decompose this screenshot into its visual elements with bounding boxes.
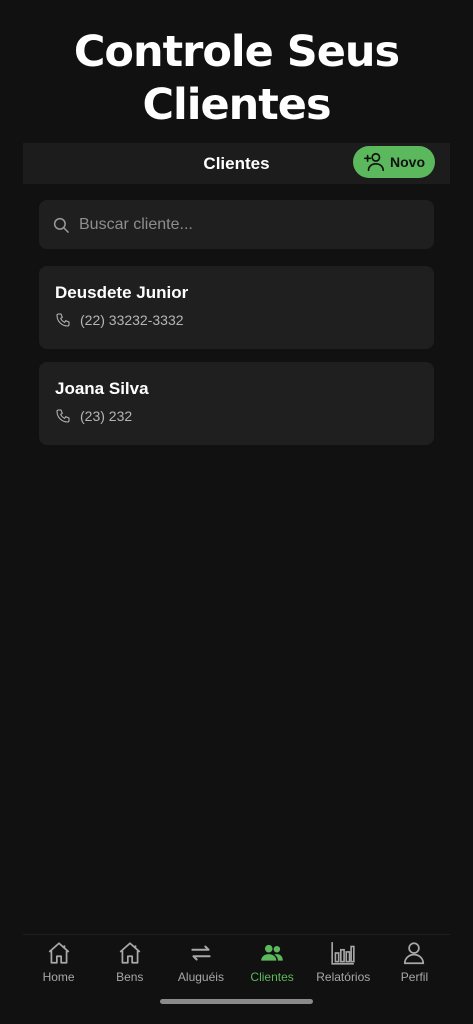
client-card[interactable]: Joana Silva (23) 232 xyxy=(39,362,434,445)
home-icon xyxy=(48,942,69,964)
tab-label: Aluguéis xyxy=(177,970,224,984)
page-hero-title: Controle Seus Clientes xyxy=(0,26,473,132)
new-client-button[interactable]: Novo xyxy=(353,146,435,178)
client-phone-row: (22) 33232-3332 xyxy=(55,312,418,328)
tab-label: Clientes xyxy=(250,970,294,984)
tab-relatorios[interactable]: Relatórios xyxy=(308,935,379,994)
client-phone-row: (23) 232 xyxy=(55,408,418,424)
bar-chart-icon xyxy=(331,942,355,965)
tab-home[interactable]: Home xyxy=(23,935,94,994)
client-phone: (22) 33232-3332 xyxy=(80,312,184,328)
home-icon xyxy=(119,942,141,964)
hero-title-line1: Controle Seus xyxy=(73,27,400,77)
tab-bens[interactable]: Bens xyxy=(94,935,165,994)
tab-alugueis[interactable]: Aluguéis xyxy=(165,935,236,994)
person-icon xyxy=(404,942,425,965)
users-icon xyxy=(261,944,283,961)
swap-arrows-icon xyxy=(191,945,211,961)
bottom-tab-bar: Home Bens Aluguéis Clientes Relatórios P… xyxy=(23,934,450,994)
search-icon xyxy=(53,217,69,233)
client-name: Joana Silva xyxy=(55,379,149,398)
tab-perfil[interactable]: Perfil xyxy=(379,935,450,994)
tab-clientes[interactable]: Clientes xyxy=(237,935,308,994)
header-bar: Clientes Novo xyxy=(23,143,450,184)
search-input[interactable] xyxy=(79,215,399,234)
add-user-icon xyxy=(364,152,384,172)
hero-title-line2: Clientes xyxy=(142,80,331,130)
tab-label: Relatórios xyxy=(316,970,371,984)
tab-label: Bens xyxy=(116,970,144,984)
tab-label: Home xyxy=(42,970,75,984)
phone-icon xyxy=(56,313,70,327)
tab-label: Perfil xyxy=(400,970,429,984)
client-card[interactable]: Deusdete Junior (22) 33232-3332 xyxy=(39,266,434,349)
client-phone: (23) 232 xyxy=(80,408,133,424)
new-button-label: Novo xyxy=(390,154,425,170)
search-box xyxy=(39,200,434,249)
home-indicator xyxy=(160,999,313,1004)
phone-icon xyxy=(56,409,70,423)
client-name: Deusdete Junior xyxy=(55,283,189,302)
